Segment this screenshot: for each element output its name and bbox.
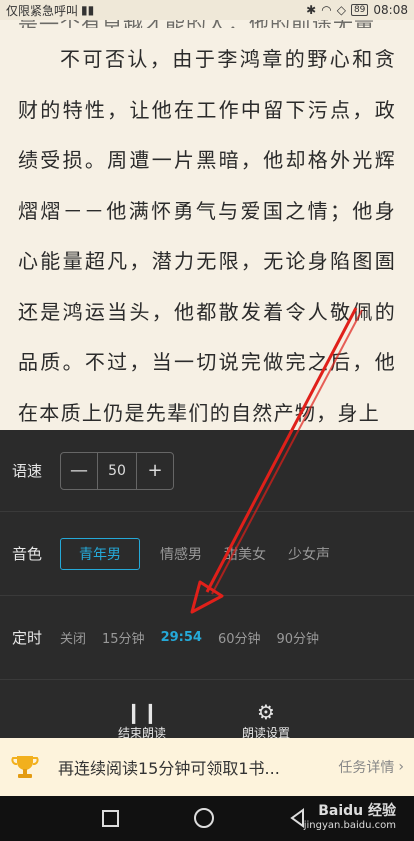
trophy-icon bbox=[11, 756, 39, 778]
speed-stepper: — 50 + bbox=[60, 451, 174, 490]
voice-row: 音色 青年男 情感男 甜美女 少女声 bbox=[0, 512, 414, 596]
speed-increase-button[interactable]: + bbox=[137, 453, 173, 489]
mute-icon: ◇ bbox=[336, 3, 346, 17]
stop-reading-label: 结束朗读 bbox=[117, 726, 166, 738]
baidu-watermark: Baidu 经验 jingyan.baidu.com bbox=[304, 800, 396, 831]
timer-option-countdown[interactable]: 29:54 bbox=[161, 630, 202, 645]
banner-message: 再连续阅读15分钟可领取1书... bbox=[58, 759, 280, 778]
status-right: ✱ ◠ ◇ 89 08:08 bbox=[306, 3, 408, 17]
wifi-icon: ◠ bbox=[321, 3, 332, 17]
speed-decrease-button[interactable]: — bbox=[61, 453, 97, 489]
speed-value: 50 bbox=[97, 452, 137, 489]
home-button[interactable] bbox=[194, 808, 214, 828]
voice-option-young-male[interactable]: 青年男 bbox=[60, 537, 140, 570]
timer-option-off[interactable]: 关闭 bbox=[60, 628, 86, 647]
voice-option-emotional-male[interactable]: 情感男 bbox=[160, 539, 202, 569]
system-nav-bar: Baidu 经验 jingyan.baidu.com bbox=[0, 796, 414, 841]
read-settings-button[interactable]: ⚙ 朗读设置 bbox=[236, 700, 296, 738]
timer-option-60min[interactable]: 60分钟 bbox=[218, 628, 261, 647]
status-left: 仅限紧急呼叫 ▮▮ bbox=[6, 2, 94, 19]
task-details-label: 任务详情 bbox=[338, 760, 395, 776]
voice-option-sweet-female[interactable]: 甜美女 bbox=[224, 539, 266, 569]
carrier-text: 仅限紧急呼叫 bbox=[6, 3, 79, 18]
bluetooth-icon: ✱ bbox=[306, 3, 317, 17]
stop-reading-button[interactable]: ❙❙ 结束朗读 bbox=[112, 700, 172, 738]
read-aloud-panel: 语速 — 50 + 音色 青年男 情感男 甜美女 少女声 定时 关闭 15分钟 … bbox=[0, 430, 414, 738]
speed-label: 语速 bbox=[12, 462, 43, 480]
voice-option-girl[interactable]: 少女声 bbox=[288, 539, 330, 569]
recents-button[interactable] bbox=[102, 810, 119, 827]
watermark-url: jingyan.baidu.com bbox=[303, 820, 396, 831]
status-bar: 仅限紧急呼叫 ▮▮ ✱ ◠ ◇ 89 08:08 bbox=[0, 0, 414, 20]
chevron-right-icon: › bbox=[398, 759, 404, 775]
read-settings-label: 朗读设置 bbox=[241, 726, 290, 738]
panel-actions: ❙❙ 结束朗读 ⚙ 朗读设置 bbox=[0, 688, 414, 738]
clock: 08:08 bbox=[373, 3, 408, 17]
timer-option-15min[interactable]: 15分钟 bbox=[102, 628, 145, 647]
voice-label: 音色 bbox=[12, 545, 43, 563]
book-paragraph: 不可否认，由于李鸿章的野心和贪财的特性，让他在工作中留下污点，政绩受损。周遭一片… bbox=[18, 47, 396, 425]
partial-line: 是一个有卓越才能的人，他的前途无量 bbox=[18, 20, 398, 28]
speed-row: 语速 — 50 + bbox=[0, 430, 414, 512]
task-banner[interactable]: 再连续阅读15分钟可领取1书... 任务详情 › bbox=[0, 738, 414, 796]
gear-icon: ⚙ bbox=[257, 700, 275, 724]
pause-icon: ❙❙ bbox=[125, 700, 159, 724]
timer-option-90min[interactable]: 90分钟 bbox=[277, 628, 320, 647]
battery-icon: 89 bbox=[350, 4, 369, 16]
watermark-brand: Baidu 经验 bbox=[318, 803, 396, 819]
timer-row: 定时 关闭 15分钟 29:54 60分钟 90分钟 bbox=[0, 596, 414, 680]
task-details-link[interactable]: 任务详情 › bbox=[338, 757, 404, 777]
timer-label: 定时 bbox=[12, 629, 43, 647]
reading-area[interactable]: 是一个有卓越才能的人，他的前途无量 不可否认，由于李鸿章的野心和贪财的特性，让他… bbox=[0, 20, 414, 430]
notification-icon: ▮▮ bbox=[81, 3, 95, 17]
